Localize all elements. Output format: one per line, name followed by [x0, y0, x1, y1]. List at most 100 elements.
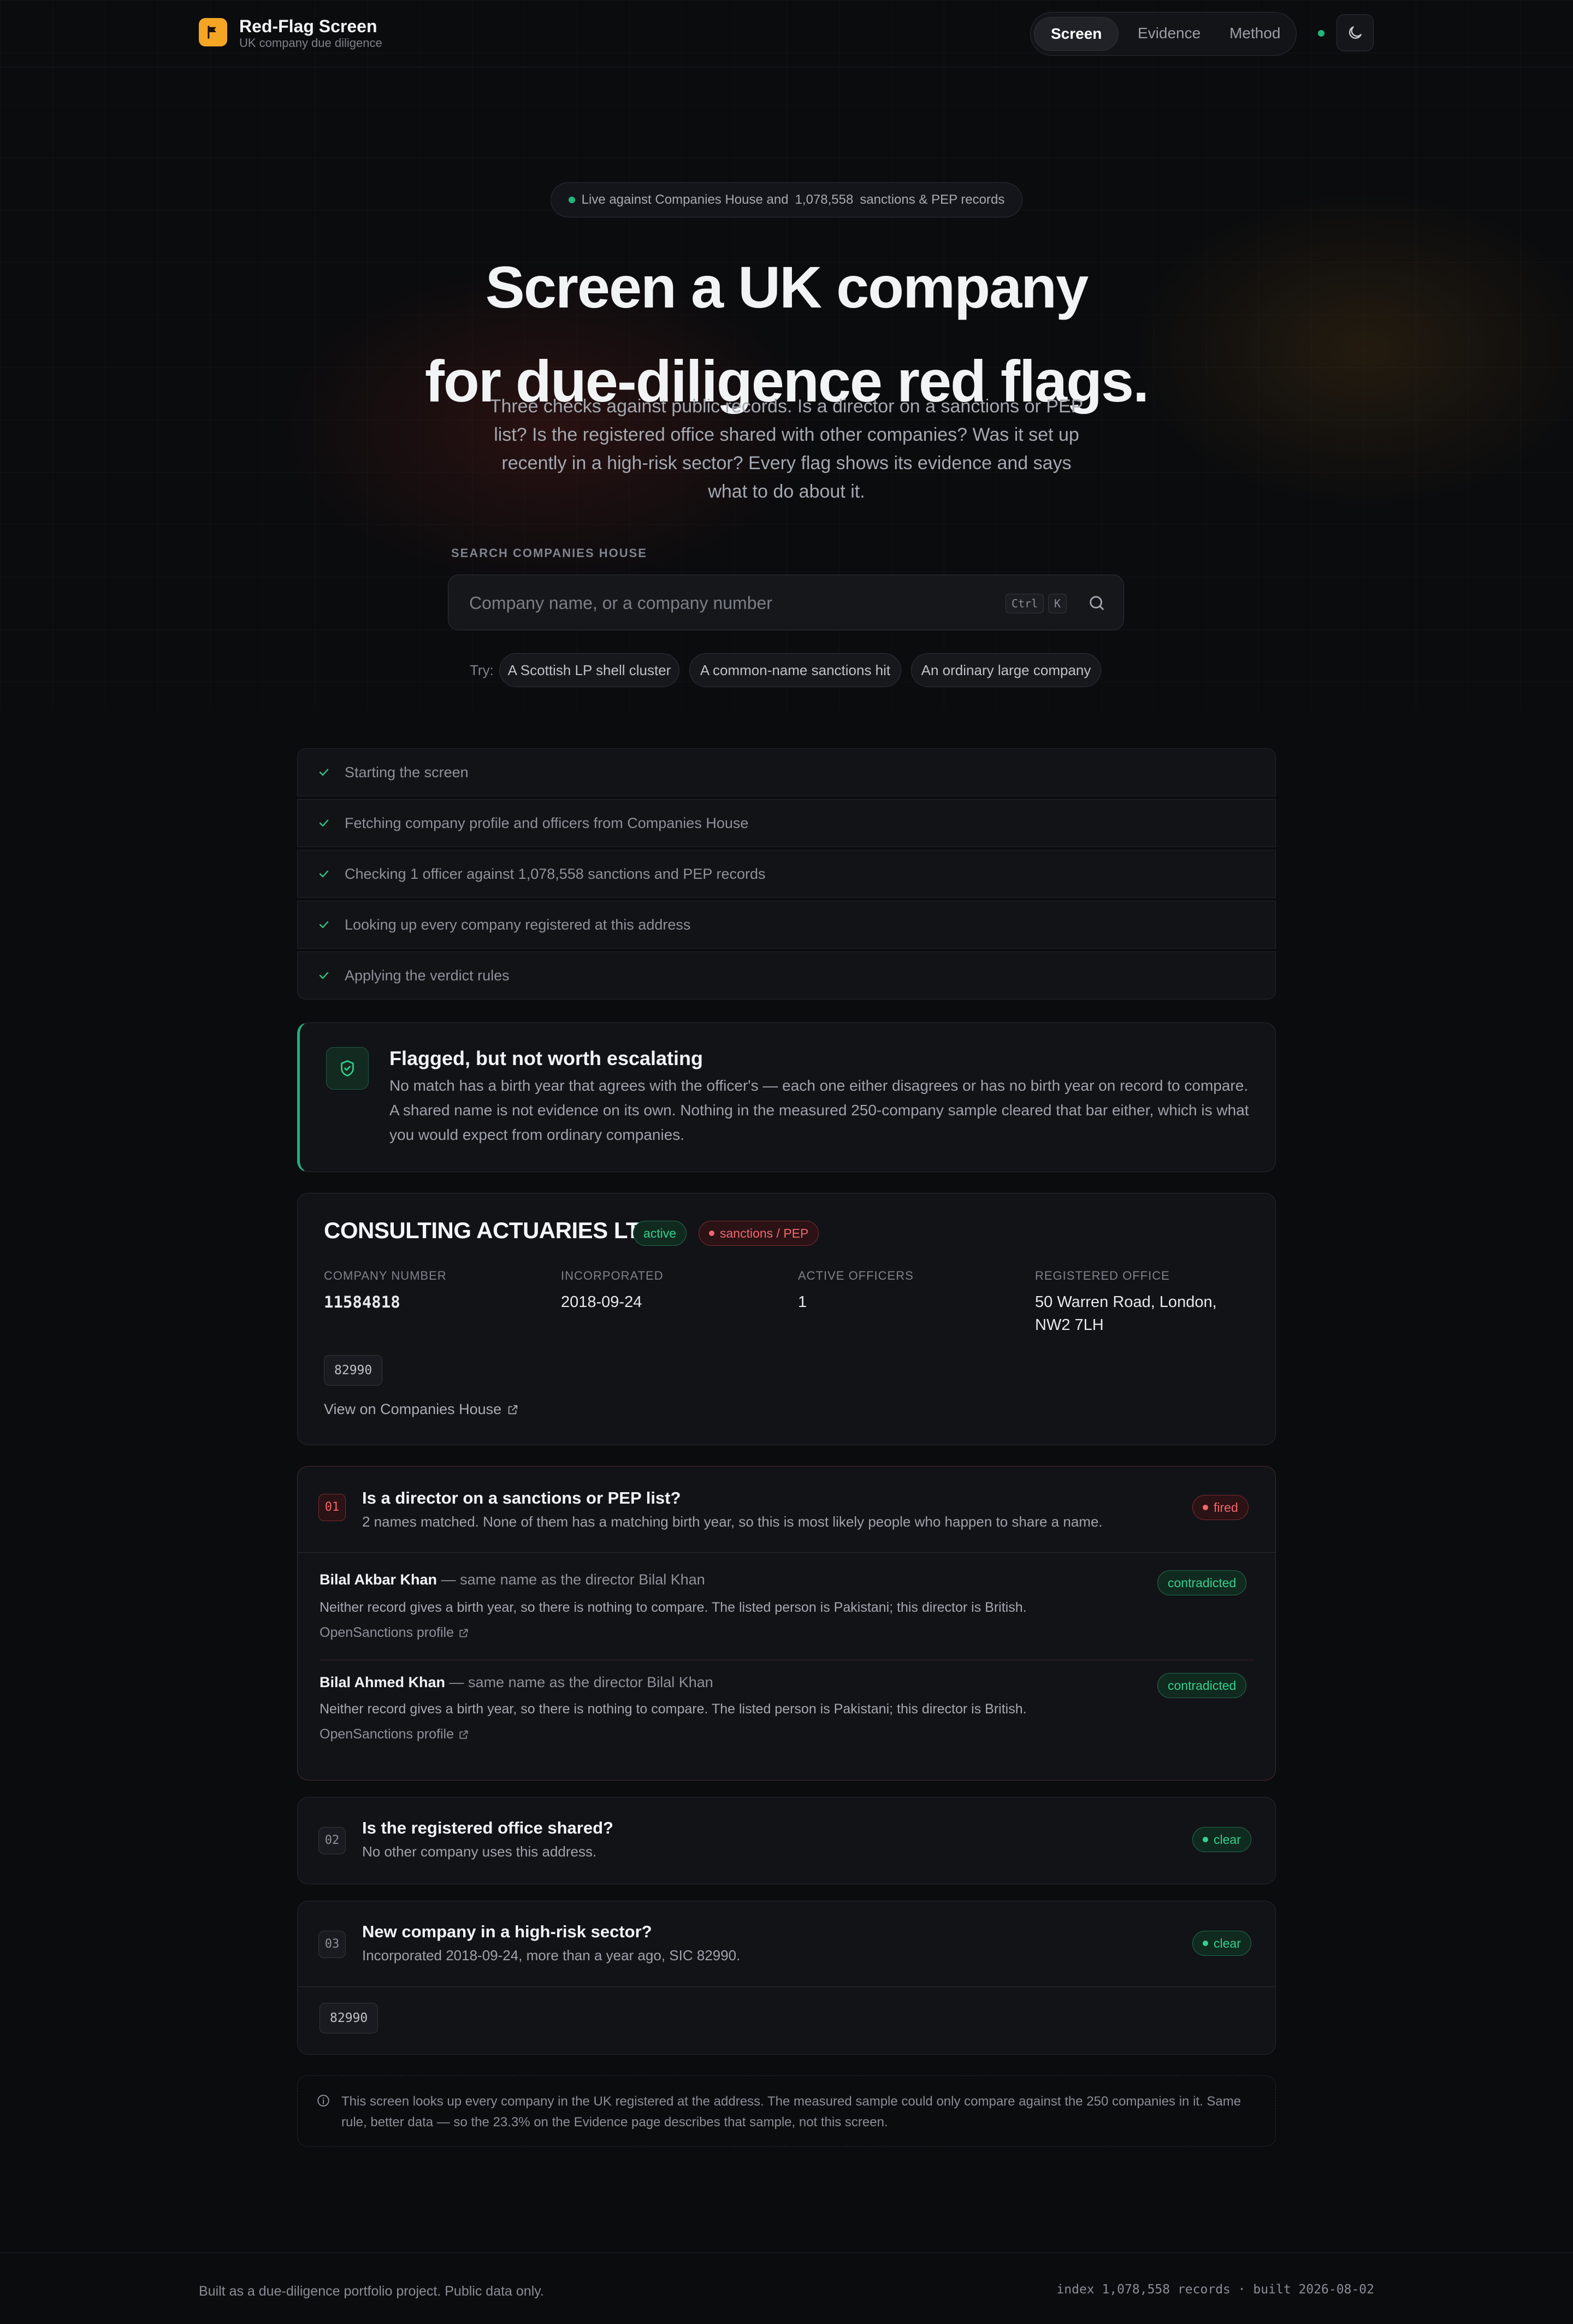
- companies-house-link[interactable]: View on Companies House: [324, 1401, 519, 1418]
- try-label: Try:: [470, 662, 494, 678]
- nav-method[interactable]: Method: [1213, 17, 1297, 50]
- divider: [298, 1986, 1275, 1987]
- check-title: Is a director on a sanctions or PEP list…: [362, 1488, 681, 1507]
- suggestion-chip-scottish-lp[interactable]: A Scottish LP shell cluster: [499, 653, 679, 687]
- match-note: Neither record gives a birth year, so th…: [320, 1701, 1027, 1717]
- progress-step: Applying the verdict rules: [297, 951, 1276, 1000]
- opensanctions-link-label: OpenSanctions profile: [320, 1726, 454, 1742]
- match-badge: contradicted: [1157, 1570, 1247, 1595]
- check-number: 02: [318, 1827, 346, 1854]
- step-label: Looking up every company registered at t…: [345, 916, 691, 933]
- check-number: 01: [318, 1494, 346, 1521]
- step-label: Fetching company profile and officers fr…: [345, 814, 749, 831]
- brand-title[interactable]: Red-Flag Screen: [239, 16, 377, 37]
- theme-toggle-button[interactable]: [1337, 14, 1374, 51]
- company-number-label: COMPANY NUMBER: [324, 1269, 447, 1282]
- suggestion-chip-large-company[interactable]: An ordinary large company: [911, 653, 1101, 687]
- match-person: Bilal Ahmed Khan: [320, 1674, 446, 1690]
- check-card-sanctions: 01 Is a director on a sanctions or PEP l…: [297, 1466, 1276, 1781]
- flag-badge: sanctions / PEP: [699, 1221, 819, 1246]
- search-box: Ctrl K: [448, 575, 1124, 630]
- step-label: Applying the verdict rules: [345, 967, 510, 984]
- kbd-ctrl: Ctrl: [1006, 594, 1044, 613]
- check-status-label: clear: [1214, 1936, 1241, 1950]
- progress-step: Fetching company profile and officers fr…: [297, 799, 1276, 847]
- check-title: Is the registered office shared?: [362, 1818, 613, 1837]
- company-name: CONSULTING ACTUARIES LTD: [324, 1217, 656, 1243]
- flag-badge-label: sanctions / PEP: [720, 1226, 809, 1240]
- check-subtitle: 2 names matched. None of them has a matc…: [362, 1513, 1103, 1530]
- check-icon: [319, 819, 329, 827]
- suggestion-chip-common-name[interactable]: A common-name sanctions hit: [689, 653, 901, 687]
- check-icon: [319, 921, 329, 929]
- company-card: CONSULTING ACTUARIES LTD active sanction…: [297, 1193, 1276, 1445]
- pill-count: 1,078,558: [795, 192, 854, 207]
- incorporated-date: 2018-09-24: [561, 1293, 642, 1311]
- check-status-label: fired: [1214, 1500, 1238, 1515]
- kbd-k: K: [1048, 594, 1067, 613]
- brand-subtitle: UK company due diligence: [239, 36, 382, 50]
- nav-screen[interactable]: Screen: [1034, 17, 1119, 51]
- status-badge: active: [633, 1221, 687, 1246]
- check-title: New company in a high-risk sector?: [362, 1922, 652, 1941]
- sic-code-tag: 82990: [320, 2003, 379, 2033]
- brand-logo[interactable]: [199, 18, 227, 46]
- check-subtitle: Incorporated 2018-09-24, more than a yea…: [362, 1947, 741, 1964]
- active-officers-count: 1: [798, 1293, 807, 1311]
- hero-subtitle: Three checks against public records. Is …: [489, 396, 1084, 502]
- check-icon: [319, 972, 329, 979]
- verdict-icon-box: [326, 1047, 369, 1090]
- step-label: Starting the screen: [345, 764, 469, 780]
- footer-credit: Built as a due-diligence portfolio proje…: [199, 2284, 544, 2299]
- live-status-dot: [1318, 30, 1324, 37]
- registered-office-address: 50 Warren Road, London, NW2 7LH: [1035, 1293, 1217, 1334]
- progress-step: Checking 1 officer against 1,078,558 san…: [297, 850, 1276, 898]
- match-badge: contradicted: [1157, 1673, 1247, 1698]
- company-number: 11584818: [324, 1293, 400, 1311]
- flag-icon: [208, 25, 216, 39]
- registered-office-label: REGISTERED OFFICE: [1035, 1269, 1170, 1282]
- check-icon: [319, 768, 329, 776]
- match-relation: — same name as the director Bilal Khan: [449, 1674, 713, 1690]
- search-input[interactable]: [468, 588, 962, 618]
- opensanctions-link[interactable]: OpenSanctions profile: [320, 1726, 469, 1742]
- info-note-text: This screen looks up every company in th…: [341, 2094, 1241, 2130]
- main-nav: Screen Evidence Method: [1030, 12, 1297, 56]
- match-note: Neither record gives a birth year, so th…: [320, 1600, 1027, 1615]
- step-label: Checking 1 officer against 1,078,558 san…: [345, 865, 766, 882]
- progress-step: Starting the screen: [297, 748, 1276, 796]
- check-icon: [319, 870, 329, 878]
- search-icon[interactable]: [1087, 594, 1106, 612]
- nav-evidence[interactable]: Evidence: [1121, 17, 1217, 50]
- check-subtitle: No other company uses this address.: [362, 1843, 597, 1860]
- match-relation: — same name as the director Bilal Khan: [441, 1571, 705, 1588]
- info-note: This screen looks up every company in th…: [297, 2075, 1276, 2146]
- active-officers-label: ACTIVE OFFICERS: [798, 1269, 914, 1282]
- footer: Built as a due-diligence portfolio proje…: [0, 2252, 1573, 2324]
- progress-step: Looking up every company registered at t…: [297, 901, 1276, 949]
- check-status-badge: clear: [1192, 1827, 1251, 1852]
- footer-index-info: index 1,078,558 records · built 2026-08-…: [1056, 2282, 1374, 2297]
- check-status-badge: clear: [1192, 1931, 1251, 1956]
- live-status-pill: Live against Companies House and 1,078,5…: [551, 182, 1022, 217]
- external-link-icon: [508, 1405, 518, 1414]
- opensanctions-link-label: OpenSanctions profile: [320, 1625, 454, 1640]
- check-number: 03: [318, 1931, 346, 1958]
- match-name: Bilal Ahmed Khan — same name as the dire…: [320, 1674, 713, 1691]
- moon-icon: [1349, 26, 1362, 39]
- check-status-badge: fired: [1192, 1495, 1249, 1520]
- pill-prefix: Live against Companies House and: [581, 192, 789, 207]
- divider: [298, 1552, 1275, 1553]
- check-card-shared-office: 02 Is the registered office shared? No o…: [297, 1797, 1276, 1884]
- search-label: SEARCH COMPANIES HOUSE: [451, 546, 647, 560]
- hero-title-line-1: Screen a UK company: [485, 254, 1089, 320]
- opensanctions-link[interactable]: OpenSanctions profile: [320, 1625, 469, 1641]
- verdict-card: Flagged, but not worth escalating No mat…: [297, 1022, 1276, 1172]
- verdict-body: No match has a birth year that agrees wi…: [389, 1077, 1249, 1143]
- sic-code-tag: 82990: [324, 1355, 383, 1386]
- match-name: Bilal Akbar Khan — same name as the dire…: [320, 1571, 705, 1588]
- info-icon: [317, 2095, 329, 2107]
- external-link-icon: [459, 1629, 468, 1637]
- pill-suffix: sanctions & PEP records: [860, 192, 1005, 207]
- match-person: Bilal Akbar Khan: [320, 1571, 437, 1588]
